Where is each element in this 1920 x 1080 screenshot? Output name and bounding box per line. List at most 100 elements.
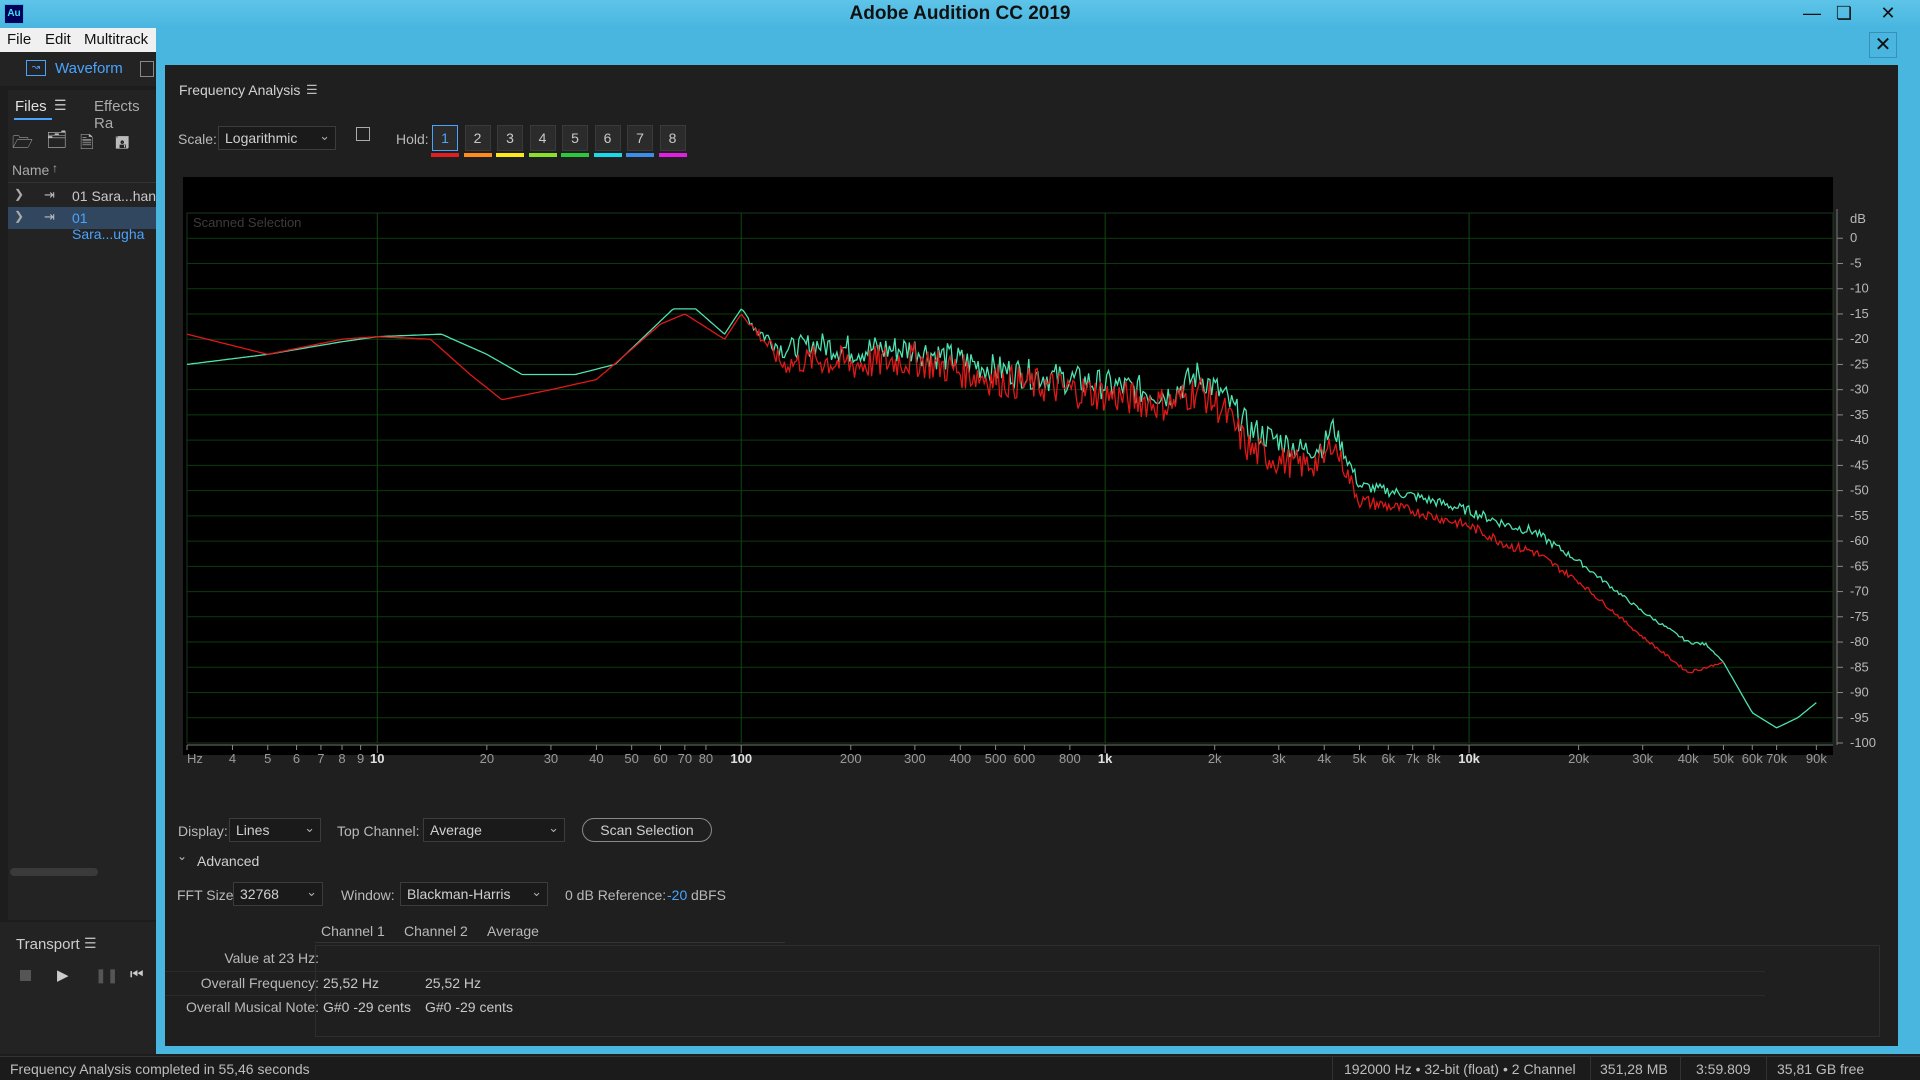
- column-header-name[interactable]: Name: [12, 162, 49, 178]
- waveform-view-button[interactable]: ↝ Waveform: [22, 58, 128, 82]
- display-dropdown[interactable]: Lines ⌄: [229, 818, 321, 842]
- scan-selection-button[interactable]: Scan Selection: [582, 818, 712, 842]
- x-tick-label: 7k: [1406, 751, 1420, 766]
- x-tick-label: Hz: [187, 751, 203, 766]
- files-panel: Files ☰ Effects Ra 🗁 🗂 🗎 🖪 Name ↑ ❯ ⇥ 01…: [8, 90, 161, 920]
- audio-file-icon: ⇥: [44, 187, 55, 202]
- y-tick-label: -40: [1850, 432, 1869, 447]
- x-tick-label: 6: [293, 751, 300, 766]
- status-memory: 351,28 MB: [1600, 1061, 1668, 1077]
- restore-icon[interactable]: ❏: [1824, 0, 1864, 26]
- table-row: Overall Musical Note: G#0 -29 cents G#0 …: [165, 995, 1765, 1018]
- scale-value: Logarithmic: [225, 130, 298, 146]
- x-tick-label: 5: [264, 751, 271, 766]
- save-file-icon[interactable]: 🖪: [115, 130, 129, 159]
- advanced-collapse-icon[interactable]: ⌄: [177, 849, 187, 863]
- scale-dropdown[interactable]: Logarithmic ⌄: [218, 126, 336, 150]
- skip-to-start-icon[interactable]: ⏮: [130, 966, 144, 983]
- window-title: Adobe Audition CC 2019: [849, 3, 1071, 24]
- tab-effects-rack[interactable]: Effects Ra: [94, 98, 160, 132]
- column-header-channel-2[interactable]: Channel 2: [404, 923, 468, 939]
- x-tick-label: 5k: [1353, 751, 1367, 766]
- hold-button-1[interactable]: 1: [432, 125, 458, 151]
- play-icon[interactable]: ▶: [57, 966, 69, 984]
- expand-chevron-icon[interactable]: ❯: [14, 209, 24, 223]
- x-tick-label: 7: [317, 751, 324, 766]
- x-tick-label: 50: [624, 751, 638, 766]
- y-tick-label: -70: [1850, 584, 1869, 599]
- window-dropdown[interactable]: Blackman-Harris ⌄: [400, 882, 548, 906]
- hold-button-3[interactable]: 3: [497, 125, 523, 151]
- x-tick-label: 3k: [1272, 751, 1286, 766]
- list-item[interactable]: ❯ ⇥ 01 Sara...han: [8, 185, 160, 207]
- y-tick-label: -80: [1850, 634, 1869, 649]
- row-label: Overall Frequency:: [200, 975, 319, 991]
- waveform-label: Waveform: [55, 60, 123, 77]
- reference-value[interactable]: -20: [667, 887, 687, 903]
- hold-button-4[interactable]: 4: [529, 125, 556, 151]
- x-tick-label: 20k: [1568, 751, 1589, 766]
- import-file-icon[interactable]: 🗂: [46, 130, 68, 150]
- y-tick-label: -5: [1850, 255, 1862, 270]
- file-name: 01 Sara...ugha: [72, 210, 145, 242]
- transport-menu-icon[interactable]: ☰: [84, 935, 97, 952]
- x-tick-label: 800: [1059, 751, 1081, 766]
- tab-files[interactable]: Files: [15, 98, 47, 115]
- open-file-icon[interactable]: 🗁: [12, 130, 33, 159]
- x-tick-label: 2k: [1208, 751, 1222, 766]
- hold-button-7[interactable]: 7: [627, 125, 653, 151]
- close-icon[interactable]: ✕: [1868, 0, 1908, 26]
- stop-icon[interactable]: [20, 970, 31, 981]
- list-item-selected[interactable]: ❯ ⇥ 01 Sara...ugha: [8, 207, 160, 242]
- hold-button-6[interactable]: 6: [594, 125, 621, 151]
- y-tick-label: -100: [1850, 735, 1876, 750]
- top-channel-dropdown[interactable]: Average ⌄: [423, 818, 565, 842]
- menu-file[interactable]: File: [7, 31, 31, 48]
- y-tick-label: -30: [1850, 382, 1869, 397]
- column-header-average[interactable]: Average: [487, 923, 539, 939]
- y-tick-label: -75: [1850, 609, 1869, 624]
- menu-multitrack[interactable]: Multitrack: [84, 31, 148, 48]
- x-tick-label: 9: [357, 751, 364, 766]
- x-tick-label: 4: [229, 751, 236, 766]
- y-tick-label: -65: [1850, 558, 1869, 573]
- series-line-1: [186, 308, 1817, 729]
- y-tick-label: -55: [1850, 508, 1869, 523]
- dialog-close-button[interactable]: ✕: [1869, 32, 1897, 58]
- hold-button-2[interactable]: 2: [464, 125, 491, 151]
- panel-menu-icon[interactable]: ☰: [306, 82, 318, 98]
- files-panel-menu-icon[interactable]: ☰: [54, 97, 67, 114]
- x-tick-label: 1k: [1098, 751, 1113, 766]
- advanced-label[interactable]: Advanced: [197, 853, 259, 869]
- y-tick-label: -60: [1850, 533, 1869, 548]
- hold-button-5[interactable]: 5: [562, 125, 588, 151]
- menu-bar: File Edit Multitrack: [0, 28, 160, 52]
- x-tick-label: 200: [840, 751, 862, 766]
- x-tick-label: 90k: [1806, 751, 1827, 766]
- x-tick-label: 300: [904, 751, 926, 766]
- series-line-2: [186, 313, 1724, 674]
- table-cell: G#0 -29 cents: [425, 999, 513, 1015]
- overlay-toggle-icon[interactable]: [356, 127, 370, 141]
- x-tick-label: 30k: [1632, 751, 1653, 766]
- pause-icon[interactable]: ❚❚: [95, 967, 118, 984]
- column-header-channel-1[interactable]: Channel 1: [321, 923, 385, 939]
- y-tick-label: -45: [1850, 457, 1869, 472]
- menu-edit[interactable]: Edit: [45, 31, 71, 48]
- row-label: Overall Musical Note:: [185, 999, 319, 1015]
- horizontal-scrollbar[interactable]: [10, 868, 98, 876]
- x-tick-label: 500: [985, 751, 1007, 766]
- waveform-icon: ↝: [26, 60, 46, 76]
- y-tick-label: -85: [1850, 659, 1869, 674]
- frequency-analysis-panel: Frequency Analysis ☰ Scale: Logarithmic …: [165, 65, 1898, 1046]
- hold-color-bar-2: [463, 153, 492, 157]
- y-tick-label: dB: [1850, 211, 1866, 226]
- fft-size-dropdown[interactable]: 32768 ⌄: [233, 882, 323, 906]
- multitrack-view-icon[interactable]: [140, 61, 154, 77]
- new-file-icon[interactable]: 🗎: [80, 130, 94, 159]
- hold-button-8[interactable]: 8: [659, 125, 686, 151]
- hold-buttons: 12345678: [431, 125, 692, 165]
- y-tick-label: -10: [1850, 281, 1869, 296]
- expand-chevron-icon[interactable]: ❯: [14, 187, 24, 201]
- window-label: Window:: [341, 887, 395, 903]
